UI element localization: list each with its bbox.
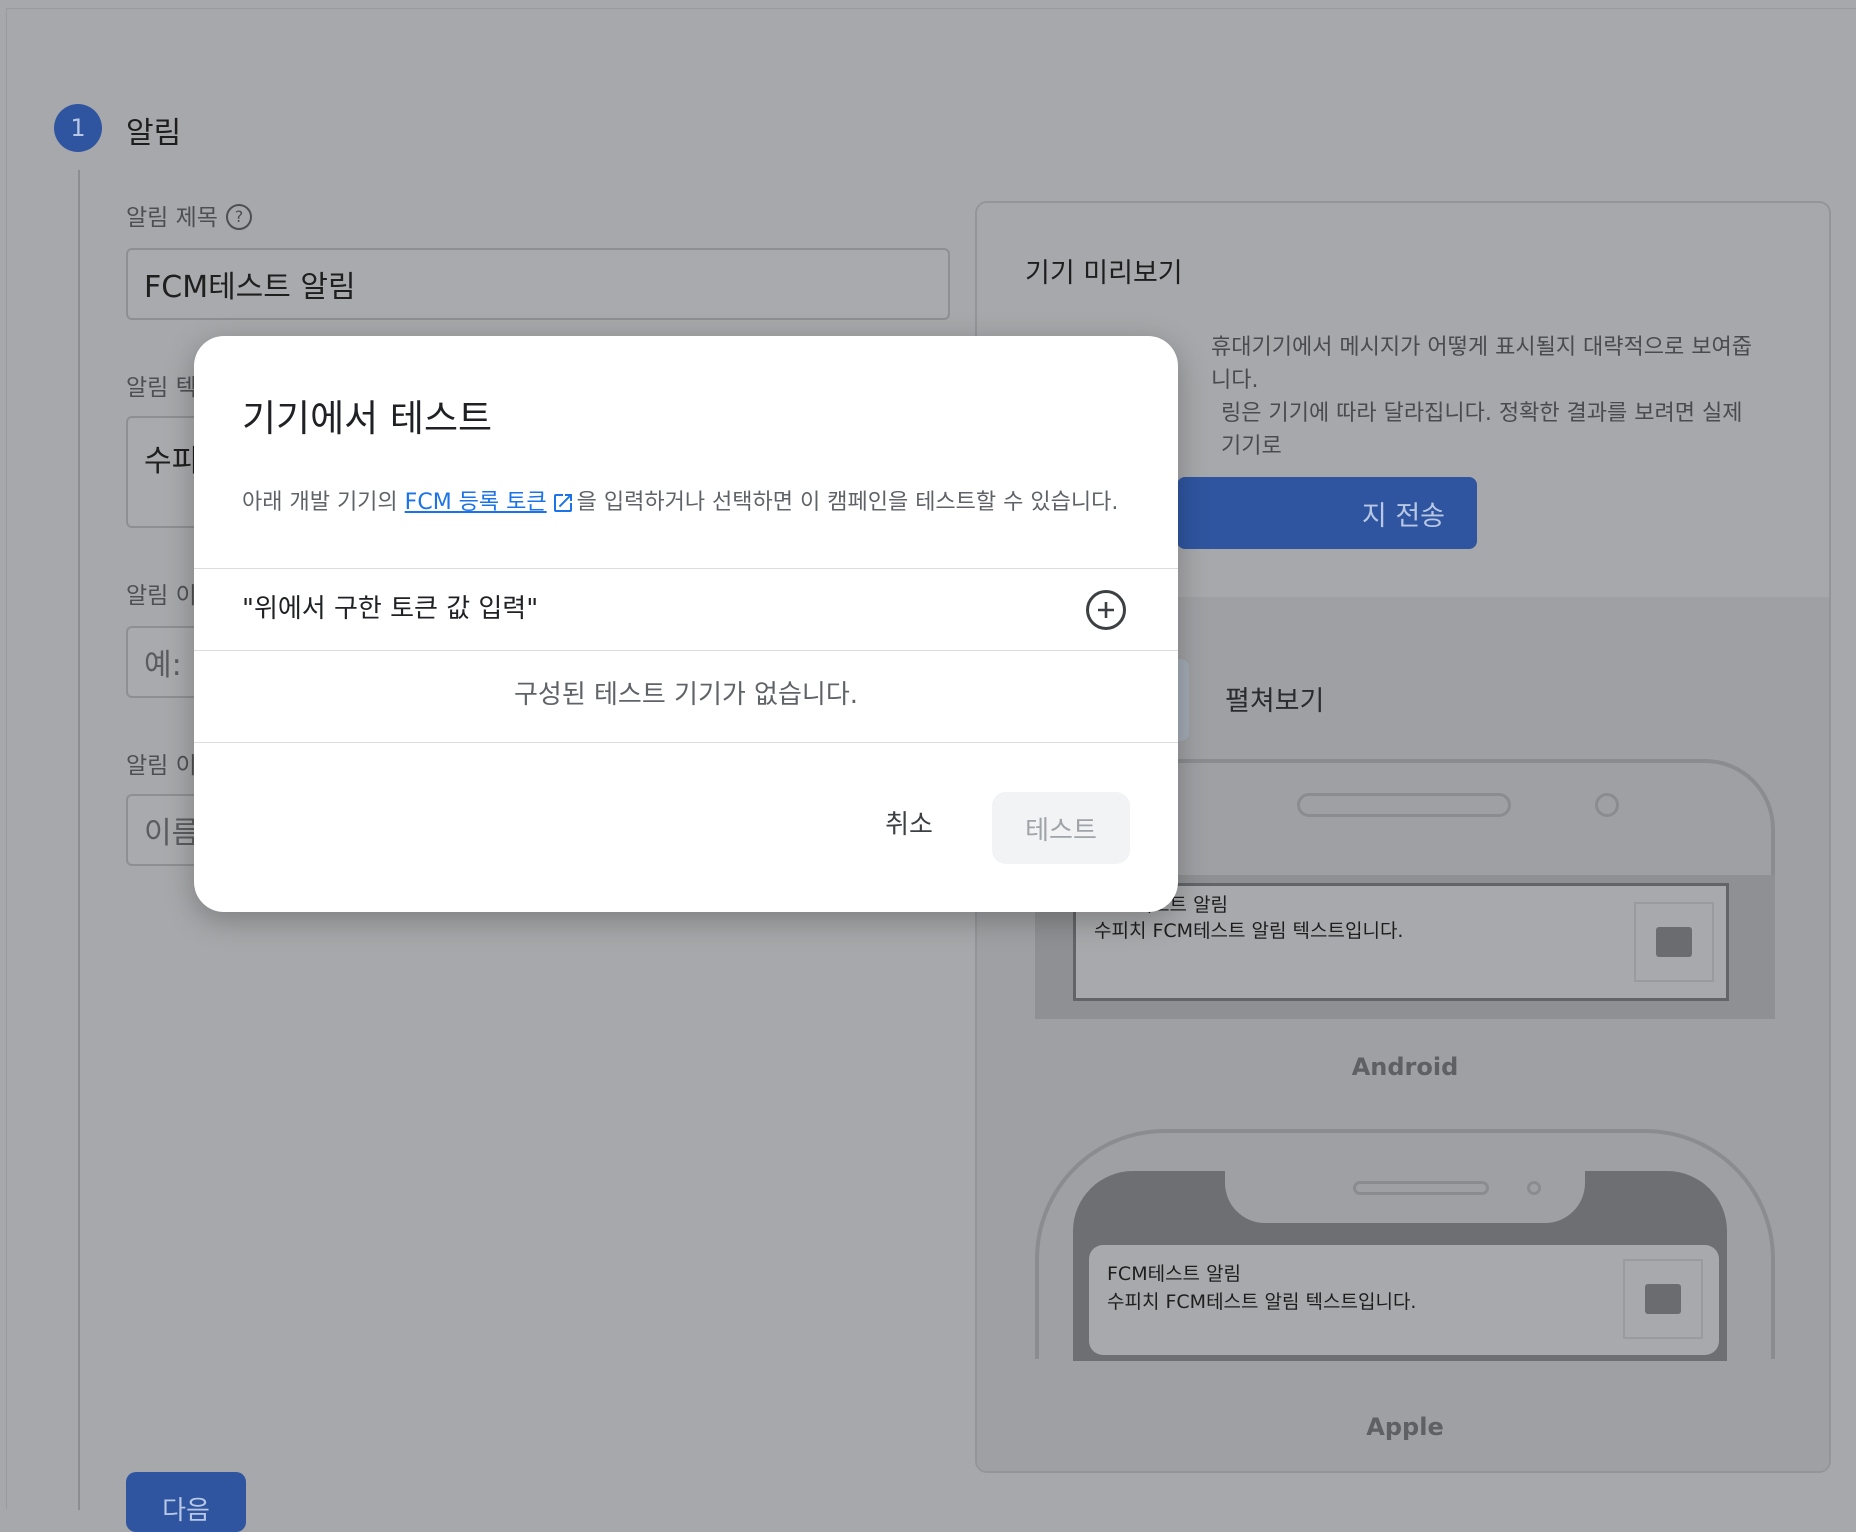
android-caption: Android xyxy=(1351,1053,1459,1081)
apple-notification-body: 수피치 FCM테스트 알림 텍스트입니다. xyxy=(1107,1291,1417,1313)
help-circle-icon[interactable]: ? xyxy=(225,203,252,230)
android-camera xyxy=(1595,793,1619,817)
apple-notification: FCM테스트 알림 수피치 FCM테스트 알림 텍스트입니다. xyxy=(1089,1245,1719,1355)
notification-image-label: 알림 이 xyxy=(126,583,197,609)
apple-camera xyxy=(1527,1181,1541,1195)
android-speaker xyxy=(1297,793,1511,817)
step-connector-line xyxy=(78,170,80,1510)
dialog-desc-before: 아래 개발 기기의 xyxy=(242,490,405,515)
add-token-icon[interactable] xyxy=(1086,590,1126,630)
step-title: 알림 xyxy=(126,116,182,151)
dialog-title: 기기에서 테스트 xyxy=(242,397,493,440)
apple-caption: Apple xyxy=(1366,1413,1444,1441)
dialog-divider-bottom xyxy=(194,742,1178,743)
external-link-icon[interactable] xyxy=(551,491,575,515)
step-number-badge: 1 xyxy=(54,104,102,152)
apple-notification-title: FCM테스트 알림 xyxy=(1107,1263,1242,1285)
image-placeholder-icon xyxy=(1623,1259,1703,1339)
test-button[interactable]: 테스트 xyxy=(992,792,1130,864)
expand-view-toggle[interactable]: 펼쳐보기 xyxy=(1225,679,1324,718)
no-test-devices-message: 구성된 테스트 기기가 없습니다. xyxy=(513,680,859,710)
cancel-button[interactable]: 취소 xyxy=(854,792,964,852)
page: 1 알림 알림 제목? FCM테스트 알림 알림 텍 수피 알림 이 예: h … xyxy=(0,0,1856,1532)
notification-name-label: 알림 이 xyxy=(126,753,197,779)
dialog-desc-after: 을 입력하거나 선택하면 이 캠페인을 테스트할 수 있습니다. xyxy=(576,490,1119,515)
apple-speaker xyxy=(1353,1181,1489,1195)
dialog-description: 아래 개발 기기의 FCM 등록 토큰 을 입력하거나 선택하면 이 캠페인을 테… xyxy=(242,484,1118,516)
next-button[interactable]: 다음 xyxy=(126,1472,246,1532)
notification-title-label-text: 알림 제목 xyxy=(126,205,218,231)
device-preview-title: 기기 미리보기 xyxy=(1025,258,1183,289)
notification-title-label: 알림 제목? xyxy=(126,198,252,232)
send-test-message-button[interactable]: 지 전송 xyxy=(1177,477,1477,549)
dialog-divider-top xyxy=(194,568,1178,569)
notification-title-input[interactable]: FCM테스트 알림 xyxy=(126,248,950,320)
image-placeholder-icon xyxy=(1634,902,1714,982)
fcm-token-link[interactable]: FCM 등록 토큰 xyxy=(405,490,547,515)
notification-text-label: 알림 텍 xyxy=(126,375,197,401)
test-on-device-dialog: 기기에서 테스트 아래 개발 기기의 FCM 등록 토큰 을 입력하거나 선택하면… xyxy=(194,336,1178,912)
token-input-field[interactable]: "위에서 구한 토큰 값 입력" xyxy=(242,588,538,625)
android-notification-body: 수피치 FCM테스트 알림 텍스트입니다. xyxy=(1094,920,1404,942)
dialog-divider-middle xyxy=(194,650,1178,651)
